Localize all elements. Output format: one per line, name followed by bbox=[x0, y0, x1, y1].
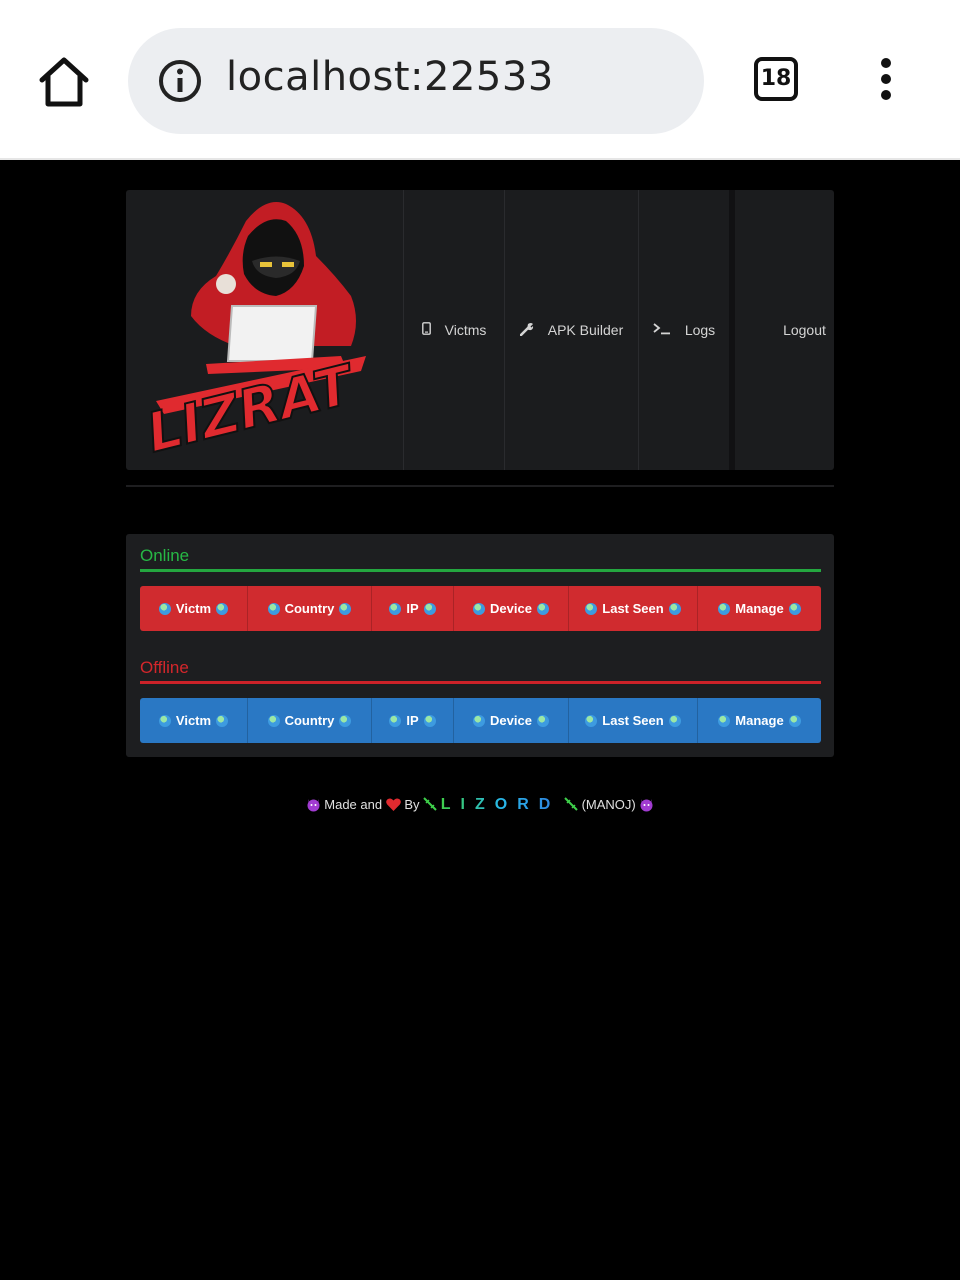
globe-icon bbox=[536, 714, 549, 727]
globe-icon bbox=[585, 602, 598, 615]
globe-icon bbox=[267, 602, 280, 615]
separator bbox=[126, 485, 834, 487]
terminal-icon bbox=[653, 322, 671, 338]
browser-toolbar: localhost:22533 18 bbox=[0, 0, 960, 160]
globe-icon bbox=[668, 714, 681, 727]
globe-icon bbox=[718, 602, 731, 615]
nav-logs-label: Logs bbox=[684, 322, 716, 338]
globe-icon bbox=[267, 714, 280, 727]
globe-icon bbox=[473, 602, 486, 615]
globe-icon bbox=[389, 602, 402, 615]
offline-col-victim[interactable]: Victm bbox=[140, 698, 248, 743]
globe-icon bbox=[339, 602, 352, 615]
lizard-icon bbox=[423, 797, 437, 814]
online-col-last-seen[interactable]: Last Seen bbox=[569, 586, 698, 631]
globe-icon bbox=[423, 714, 436, 727]
online-table-header: Victm Country IP Device Last Seen Manage bbox=[140, 586, 821, 631]
online-col-manage[interactable]: Manage bbox=[698, 586, 821, 631]
nav-logs[interactable]: Logs bbox=[638, 190, 729, 470]
globe-icon bbox=[788, 714, 801, 727]
globe-icon bbox=[158, 714, 171, 727]
globe-icon bbox=[216, 714, 229, 727]
lizard-icon bbox=[564, 797, 578, 814]
top-navbar: LIZRAT Victms APK Builder Logs Logout bbox=[126, 190, 834, 470]
online-underline bbox=[140, 569, 821, 572]
nav-logout[interactable]: Logout bbox=[729, 190, 834, 470]
home-icon[interactable] bbox=[36, 54, 92, 110]
lizrat-logo: LIZRAT bbox=[140, 202, 366, 462]
address-bar[interactable]: localhost:22533 bbox=[128, 28, 704, 134]
url-text[interactable]: localhost:22533 bbox=[226, 54, 554, 100]
devil-emoji-icon bbox=[639, 797, 654, 815]
globe-icon bbox=[216, 602, 229, 615]
online-col-device[interactable]: Device bbox=[454, 586, 569, 631]
globe-icon bbox=[423, 602, 436, 615]
offline-col-last-seen[interactable]: Last Seen bbox=[569, 698, 698, 743]
info-icon[interactable] bbox=[158, 59, 202, 103]
nav-victims[interactable]: Victms bbox=[403, 190, 504, 470]
wrench-icon bbox=[519, 322, 534, 339]
globe-icon bbox=[536, 602, 549, 615]
footer-author: LIZORD bbox=[440, 796, 561, 813]
footer-made-and: Made and bbox=[324, 797, 383, 812]
nav-logout-label: Logout bbox=[783, 322, 826, 338]
globe-icon bbox=[585, 714, 598, 727]
offline-underline bbox=[140, 681, 821, 684]
heart-icon bbox=[385, 798, 401, 814]
offline-col-country[interactable]: Country bbox=[248, 698, 372, 743]
offline-table-header: Victm Country IP Device Last Seen Manage bbox=[140, 698, 821, 743]
online-col-ip[interactable]: IP bbox=[372, 586, 454, 631]
footer: Made and By LIZORD (MANOJ) bbox=[0, 796, 960, 815]
online-col-country[interactable]: Country bbox=[248, 586, 372, 631]
offline-col-ip[interactable]: IP bbox=[372, 698, 454, 743]
globe-icon bbox=[668, 602, 681, 615]
offline-title: Offline bbox=[140, 658, 189, 677]
globe-icon bbox=[389, 714, 402, 727]
online-title: Online bbox=[140, 546, 190, 565]
globe-icon bbox=[158, 602, 171, 615]
footer-by: By bbox=[404, 797, 420, 812]
offline-col-device[interactable]: Device bbox=[454, 698, 569, 743]
nav-victims-label: Victms bbox=[444, 322, 487, 338]
globe-icon bbox=[473, 714, 486, 727]
online-col-victim[interactable]: Victm bbox=[140, 586, 248, 631]
globe-icon bbox=[788, 602, 801, 615]
nav-apk-builder-label: APK Builder bbox=[547, 322, 624, 338]
tab-switcher-button[interactable]: 18 bbox=[754, 57, 798, 101]
victims-panel: Online Victm Country IP Device Last Seen… bbox=[126, 534, 834, 757]
phone-icon bbox=[421, 322, 431, 338]
devil-emoji-icon bbox=[306, 797, 321, 815]
offline-col-manage[interactable]: Manage bbox=[698, 698, 821, 743]
footer-name: (MANOJ) bbox=[581, 797, 636, 812]
nav-apk-builder[interactable]: APK Builder bbox=[504, 190, 638, 470]
overflow-menu-icon[interactable] bbox=[874, 58, 898, 108]
globe-icon bbox=[718, 714, 731, 727]
globe-icon bbox=[339, 714, 352, 727]
